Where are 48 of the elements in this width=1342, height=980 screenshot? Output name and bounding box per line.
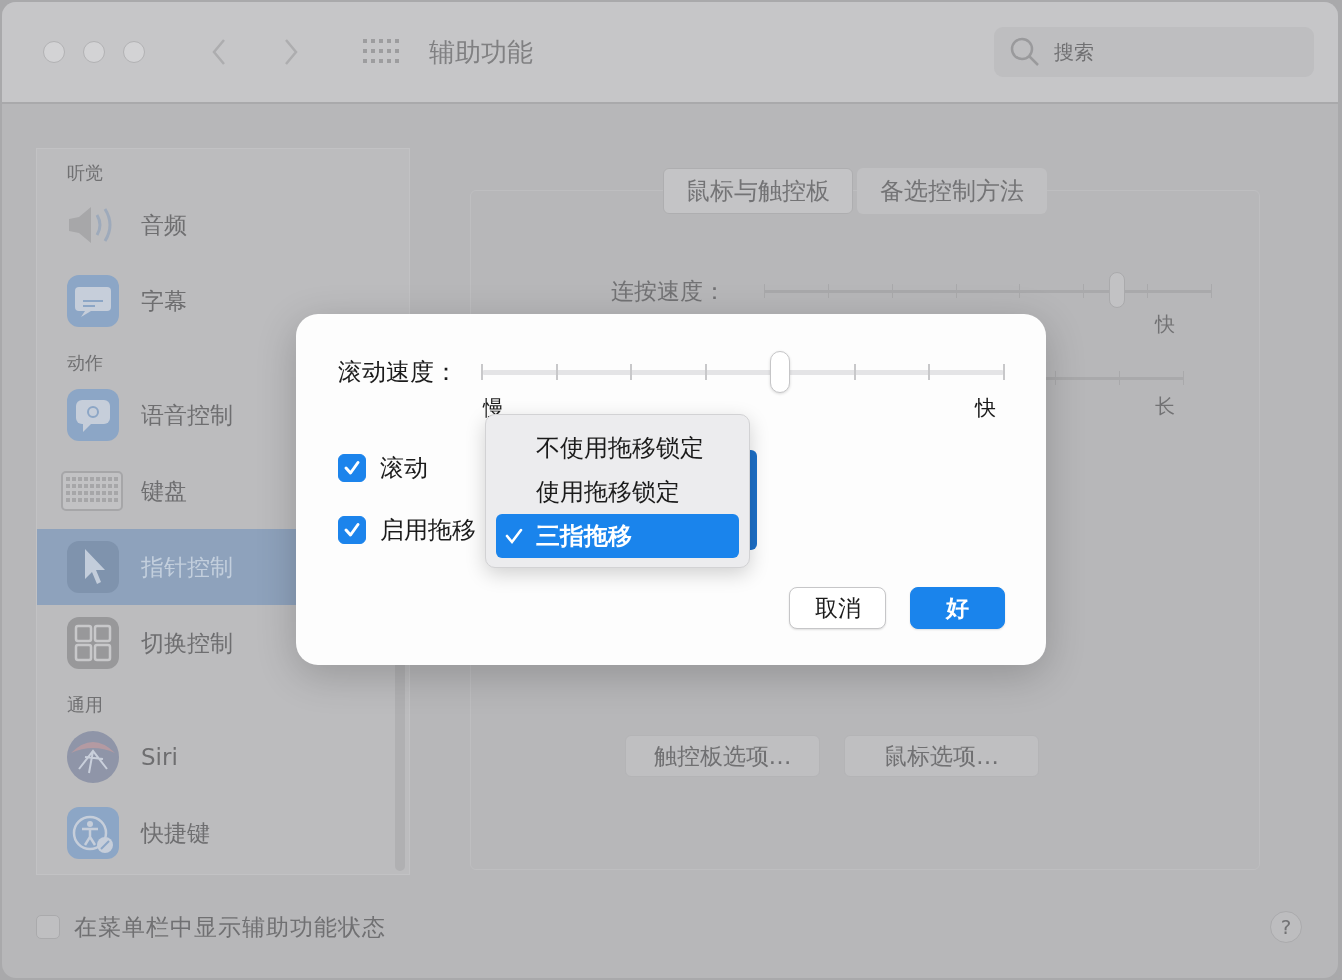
checkbox[interactable] [338, 516, 366, 544]
checkmark-icon [342, 520, 362, 540]
sidebar-header: 听觉 [67, 162, 103, 183]
accessibility-icon [65, 805, 121, 861]
pointer-icon [65, 539, 121, 595]
siri-icon [65, 729, 121, 785]
cancel-button[interactable]: 取消 [789, 587, 886, 629]
search-field[interactable]: 搜索 [994, 27, 1314, 77]
speech-bubble-icon [65, 387, 121, 443]
checkbox[interactable] [338, 454, 366, 482]
slider-max-label: 快 [1155, 311, 1175, 338]
slider-max-label: 快 [975, 395, 996, 422]
menu-item[interactable]: 使用拖移锁定 [496, 470, 739, 514]
slider-thumb[interactable] [769, 350, 790, 393]
sidebar-header: 动作 [67, 352, 103, 373]
keyboard-icon [61, 471, 123, 511]
window-title: 辅助功能 [429, 35, 533, 69]
tab[interactable]: 鼠标与触控板 [663, 168, 853, 214]
grid-icon[interactable] [363, 39, 399, 65]
slider-thumb[interactable] [1109, 271, 1126, 308]
tab[interactable]: 备选控制方法 [857, 168, 1047, 214]
menu-item[interactable]: 三指拖移 [496, 514, 739, 558]
checkmark-icon [342, 458, 362, 478]
checkmark-icon [504, 526, 524, 546]
menu-item[interactable]: 不使用拖移锁定 [496, 426, 739, 470]
checkbox-label: 在菜单栏中显示辅助功能状态 [74, 912, 386, 942]
zoom-button[interactable] [123, 41, 145, 63]
slider-label: 连按速度： [611, 276, 726, 306]
sidebar-item[interactable]: 快捷键 [37, 795, 409, 871]
sidebar-header: 通用 [67, 694, 103, 715]
minimize-button[interactable] [83, 41, 105, 63]
close-button[interactable] [43, 41, 65, 63]
options-button[interactable]: 鼠标选项… [844, 735, 1039, 777]
search-icon [1010, 37, 1040, 67]
sidebar-item[interactable]: Siri [37, 719, 409, 795]
sidebar-item[interactable]: 切换控制 [37, 605, 409, 681]
switch-grid-icon [65, 615, 121, 671]
options-button[interactable]: 触控板选项… [625, 735, 820, 777]
back-icon[interactable] [211, 38, 227, 66]
slider-max-label: 长 [1155, 393, 1175, 420]
help-button[interactable]: ? [1270, 911, 1302, 943]
ok-button[interactable]: 好 [910, 587, 1005, 629]
checkbox-label: 滚动 [380, 453, 428, 484]
captions-icon [65, 273, 121, 329]
sidebar-item[interactable]: 字幕 [37, 263, 409, 339]
sidebar-item[interactable]: 音频 [37, 187, 409, 263]
forward-icon[interactable] [283, 38, 299, 66]
slider-label: 滚动速度： [338, 357, 452, 388]
